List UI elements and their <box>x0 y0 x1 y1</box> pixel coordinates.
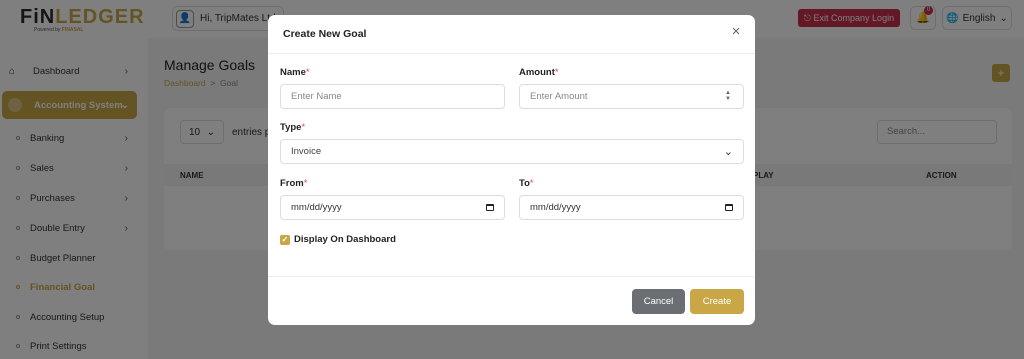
from-date-value: mm/dd/yyyy <box>291 202 342 213</box>
amount-label-text: Amount <box>519 67 555 78</box>
type-label: Type* <box>280 122 305 133</box>
calendar-icon[interactable] <box>486 204 494 211</box>
type-select-value: Invoice <box>291 146 322 157</box>
modal-header: Create New Goal × <box>268 15 755 54</box>
from-date-input[interactable]: mm/dd/yyyy <box>280 195 505 220</box>
calendar-icon[interactable] <box>725 204 733 211</box>
modal-title: Create New Goal <box>283 28 367 40</box>
to-label-text: To <box>519 178 530 189</box>
to-label: To* <box>519 178 534 189</box>
to-date-input[interactable]: mm/dd/yyyy <box>519 195 744 220</box>
cancel-button[interactable]: Cancel <box>632 289 685 314</box>
required-mark: * <box>301 122 306 133</box>
to-date-value: mm/dd/yyyy <box>530 202 581 213</box>
required-mark: * <box>554 67 559 78</box>
from-label-text: From <box>280 178 304 189</box>
type-label-text: Type <box>280 122 302 133</box>
required-mark: * <box>305 67 310 78</box>
display-on-dashboard-label[interactable]: Display On Dashboard <box>294 234 396 245</box>
display-on-dashboard-checkbox[interactable]: ✓ <box>280 234 290 245</box>
required-mark: * <box>303 178 308 189</box>
from-label: From* <box>280 178 307 189</box>
name-label: Name* <box>280 67 310 78</box>
chevron-down-icon: ⌄ <box>723 146 733 158</box>
create-goal-modal: Create New Goal × Name* Amount* ▲▼ Type*… <box>268 15 755 325</box>
name-label-text: Name <box>280 67 306 78</box>
type-select[interactable]: Invoice ⌄ <box>280 139 744 164</box>
amount-input[interactable] <box>519 84 744 109</box>
amount-stepper-icon[interactable]: ▲ ▼ <box>725 90 731 102</box>
name-input[interactable] <box>280 84 505 109</box>
create-button[interactable]: Create <box>690 289 744 314</box>
amount-label: Amount* <box>519 67 559 78</box>
required-mark: * <box>529 178 534 189</box>
display-on-dashboard-row: ✓ Display On Dashboard <box>280 234 396 245</box>
close-icon[interactable]: × <box>729 24 743 39</box>
modal-footer: Cancel Create <box>268 276 755 325</box>
